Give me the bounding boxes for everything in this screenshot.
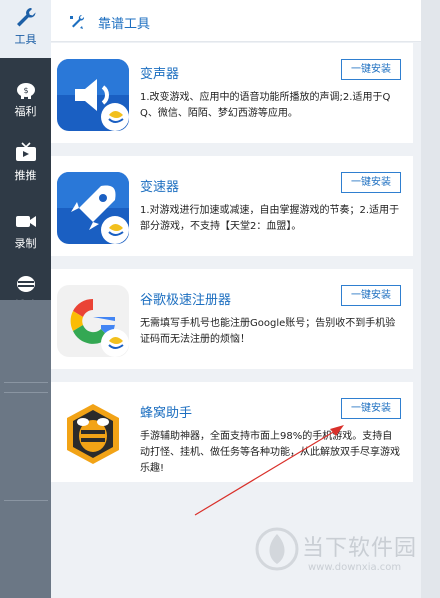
tool-description: 1.改变游戏、应用中的语音功能所播放的声调;2.适用于QQ、微信、陌陌、梦幻西游…	[140, 92, 391, 119]
tool-description: 1.对游戏进行加速或减速，自由掌握游戏的节奏；2.适用于部分游戏，不支持【天堂2…	[140, 205, 400, 232]
left-sidebar: 工具 $ 福利 推推 录制 辅助	[0, 0, 51, 598]
tool-card: 谷歌极速注册器 一键安装 无需填写手机号也能注册Google账号；告别收不到手机…	[51, 269, 413, 369]
tool-name: 蜂窝助手	[140, 406, 193, 421]
bee-hive-icon	[57, 398, 129, 470]
tv-icon	[15, 142, 36, 161]
tool-name: 变声器	[140, 67, 180, 82]
sidebar-item-push[interactable]: 推推	[0, 136, 51, 194]
sidebar-item-tools[interactable]: 工具	[0, 0, 51, 58]
panel-header: 靠谱工具	[51, 0, 421, 42]
tool-name: 变速器	[140, 180, 180, 195]
tools-panel: 靠谱工具 变声器 一键安装 1.改变游戏、应用中的语音功能所播放的声调;2.适用…	[51, 0, 421, 598]
sidebar-item-label: 录制	[14, 237, 37, 250]
install-button[interactable]: 一键安装	[341, 398, 401, 419]
watermark-url: www.downxia.com	[308, 562, 402, 573]
tool-card: 变声器 一键安装 1.改变游戏、应用中的语音功能所播放的声调;2.适用于QQ、微…	[51, 43, 413, 143]
bee-icon	[16, 276, 35, 292]
sidebar-item-label: 推推	[14, 169, 37, 182]
tool-description: 无需填写手机号也能注册Google账号；告别收不到手机验证码而无法注册的烦恼！	[140, 318, 396, 345]
piggy-bank-icon: $	[16, 83, 35, 99]
install-button[interactable]: 一键安装	[341, 59, 401, 80]
speaker-icon	[57, 59, 129, 131]
sidebar-item-record[interactable]: 录制	[0, 204, 51, 262]
install-button[interactable]: 一键安装	[341, 172, 401, 193]
rocket-icon	[57, 172, 129, 244]
video-camera-icon	[15, 216, 36, 227]
install-button[interactable]: 一键安装	[341, 285, 401, 306]
google-icon	[57, 285, 129, 357]
page-title: 靠谱工具	[98, 17, 151, 32]
sidebar-item-label: 工具	[14, 33, 37, 46]
watermark-brand: 当下软件园	[302, 536, 418, 561]
tool-description: 手游辅助神器，全面支持市面上98%的手机游戏。支持自动打怪、挂机、做任务等各种功…	[140, 431, 400, 474]
watermark: 当下软件园 www.downxia.com	[248, 524, 434, 584]
right-edge-strip	[421, 0, 440, 598]
svg-text:$: $	[23, 86, 28, 95]
watermark-logo-icon	[255, 527, 299, 571]
tool-card: 变速器 一键安装 1.对游戏进行加速或减速，自由掌握游戏的节奏；2.适用于部分游…	[51, 156, 413, 256]
sidebar-item-welfare[interactable]: $ 福利	[0, 72, 51, 130]
tools-icon	[70, 14, 85, 29]
tool-name: 谷歌极速注册器	[140, 293, 232, 308]
sidebar-item-label: 福利	[14, 105, 37, 118]
wrench-icon	[16, 8, 36, 27]
tool-card: 蜂窝助手 一键安装 手游辅助神器，全面支持市面上98%的手机游戏。支持自动打怪、…	[51, 382, 413, 482]
sidebar-background-fill	[0, 300, 51, 598]
